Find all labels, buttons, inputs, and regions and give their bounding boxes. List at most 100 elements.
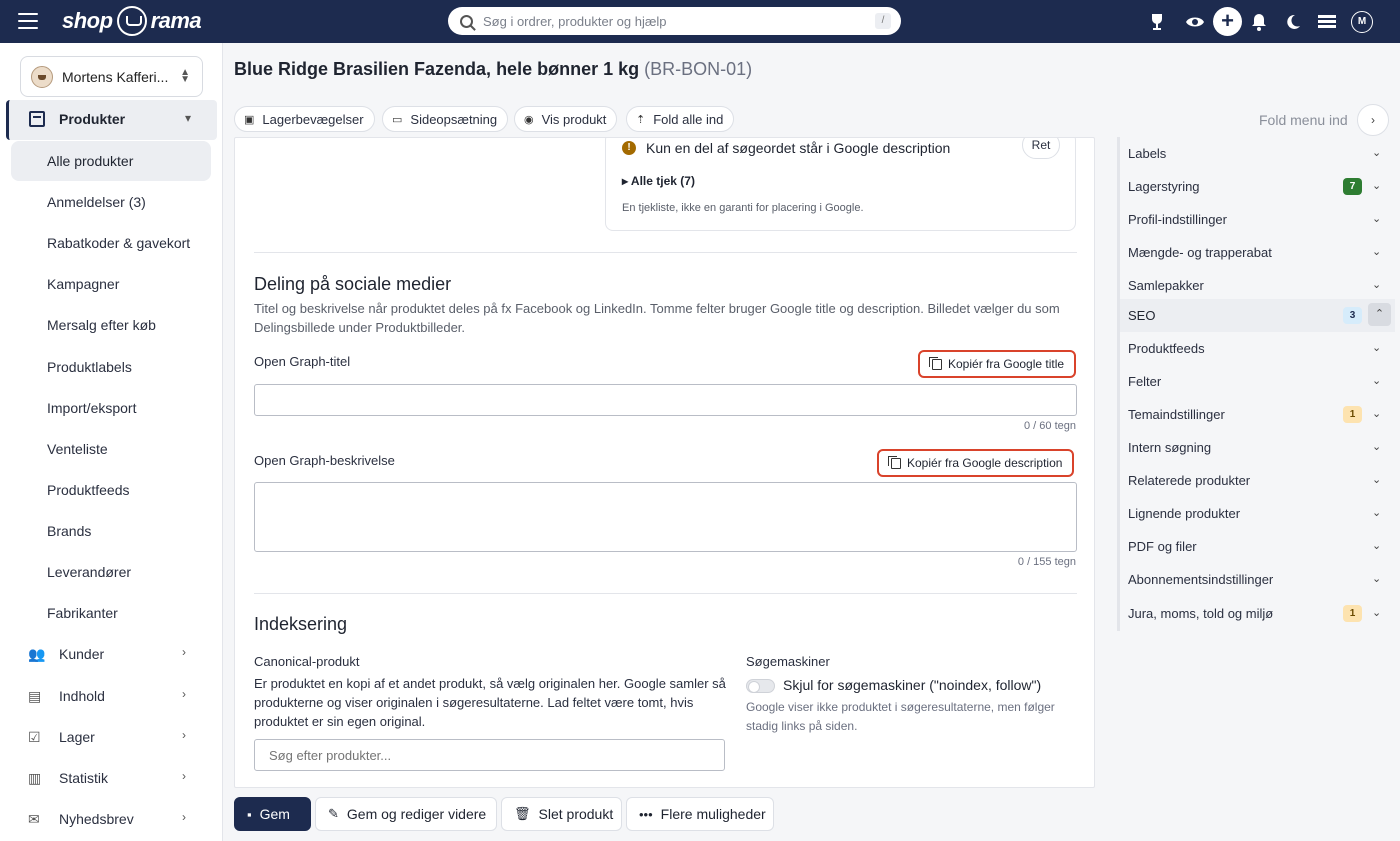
sidebar-item-indhold[interactable]: ▤ Indhold › [0,676,223,716]
sidebar-item-statistik[interactable]: ▥ Statistik › [0,758,223,798]
store-icon[interactable] [1315,10,1339,34]
add-icon[interactable]: + [1213,7,1242,36]
section-nav-item[interactable]: Temaindstillinger 1 ⌄ [1120,398,1395,431]
bell-icon[interactable] [1247,10,1271,34]
fix-button[interactable]: Ret [1022,138,1060,159]
chip-label: Vis produkt [541,111,607,127]
shop-selector[interactable]: Mortens Kafferi... ▲ ▼ [20,56,203,97]
pencil-icon: ✎ [328,806,339,821]
og-title-input[interactable] [254,384,1077,416]
view-product-button[interactable]: ◉ Vis produkt [514,106,618,132]
sidebar-sub-item[interactable]: Kampagner [11,264,211,304]
section-nav-item[interactable]: Mængde- og trapperabat ⌄ [1120,236,1395,269]
shop-avatar [31,65,53,88]
logo[interactable]: shop rama [62,5,202,37]
chevron-right-icon: › [182,728,186,742]
sidebar-item-lager[interactable]: ☑ Lager › [0,717,223,757]
disclosure-triangle-icon: ▸ [622,174,629,188]
section-nav-label: Lignende produkter [1128,506,1241,521]
canonical-description: Er produktet en kopi af et andet produkt… [254,676,726,729]
sidebar: Mortens Kafferi... ▲ ▼ Produkter ▾ Alle p… [0,43,223,841]
section-nav-label: Abonnementsindstillinger [1128,572,1274,587]
section-nav-item[interactable]: Abonnementsindstillinger ⌄ [1120,563,1395,596]
noindex-label: Skjul for søgemaskiner ("noindex, follow… [783,677,1042,693]
chevron-down-icon: ⌄ [1372,213,1382,225]
sidebar-sub-item[interactable]: Mersalg efter køb [11,305,211,345]
search-input[interactable] [483,13,863,29]
sidebar-sub-item[interactable]: Rabatkoder & gavekort [11,223,211,263]
product-title: Blue Ridge Brasilien Fazenda, hele bønne… [234,59,640,79]
section-nav-label: Samlepakker [1128,278,1204,293]
more-options-button[interactable]: ••• Flere muligheder [626,797,774,831]
stock-movements-button[interactable]: ▣ Lagerbevægelser [234,106,375,132]
bar-chart-icon: ▥ [28,770,42,786]
chevron-up-icon[interactable]: ⌃ [1368,303,1391,326]
sidebar-item-nyhedsbrev[interactable]: ✉ Nyhedsbrev › [0,799,223,839]
og-description-input[interactable] [254,482,1077,552]
eye-icon[interactable] [1183,10,1207,34]
sidebar-item-produkter[interactable]: Produkter ▾ [6,100,217,140]
noindex-toggle[interactable] [746,679,775,693]
document-icon: ▤ [28,688,42,704]
sidebar-sub-item[interactable]: Import/eksport [11,388,211,428]
global-search[interactable]: / [448,7,901,35]
count-badge: 1 [1343,605,1362,622]
search-shortcut: / [875,13,891,29]
sidebar-sub-item[interactable]: Leverandører [11,552,211,592]
trophy-icon[interactable] [1145,10,1169,34]
sidebar-sub-item[interactable]: Produktfeeds [11,470,211,510]
copy-google-title-button[interactable]: Kopiér fra Google title [918,350,1077,378]
section-nav-item-seo[interactable]: SEO 3 ⌃ [1120,299,1395,332]
more-horizontal-icon: ••• [639,806,653,822]
section-nav-item[interactable]: Lagerstyring 7 ⌄ [1120,170,1395,203]
section-nav-item[interactable]: Relaterede produkter ⌄ [1120,464,1395,497]
all-checks-toggle[interactable]: ▸ Alle tjek (7) [622,174,695,188]
save-button[interactable]: ▪ Gem [234,797,311,831]
section-nav-item[interactable]: Profil-indstillinger ⌄ [1120,203,1395,236]
section-nav-item[interactable]: Intern søgning ⌄ [1120,431,1395,464]
sidebar-item-label: Nyhedsbrev [59,811,134,827]
menu-icon[interactable] [18,13,38,29]
sidebar-item-label: Statistik [59,770,109,786]
user-avatar[interactable]: M [1351,11,1373,33]
save-and-continue-button[interactable]: ✎ Gem og rediger videre [315,797,497,831]
section-nav-label: Lagerstyring [1128,179,1200,194]
sidebar-sub-item[interactable]: Brands [11,511,211,551]
chevron-right-icon: › [182,769,186,783]
copy-google-description-button[interactable]: Kopiér fra Google description [877,449,1075,477]
fold-menu-label[interactable]: Fold menu ind [1259,112,1348,128]
sidebar-sub-item[interactable]: Produktlabels [11,347,211,387]
sidebar-item-kunder[interactable]: 👥 Kunder › [0,634,223,674]
chevron-down-icon: ⌄ [1372,375,1382,387]
dark-mode-icon[interactable] [1281,10,1305,34]
floppy-disk-icon: ▪ [247,806,252,822]
section-nav-item[interactable]: Produktfeeds ⌄ [1120,332,1395,365]
section-nav-item[interactable]: Labels ⌄ [1120,137,1395,170]
save-continue-label: Gem og rediger videre [346,806,487,822]
chip-label: Fold alle ind [653,111,724,127]
sidebar-sub-item[interactable]: Anmeldelser (3) [11,182,211,222]
chevron-down-icon: ⌄ [1372,246,1382,258]
delete-product-button[interactable]: 🗑 Slet produkt [501,797,622,831]
mail-icon: ✉ [28,811,40,827]
section-nav-item[interactable]: Lignende produkter ⌄ [1120,497,1395,530]
section-nav-label: SEO [1128,308,1156,323]
chevron-right-icon[interactable]: › [1357,104,1389,136]
collapse-all-button[interactable]: ⇡ Fold alle ind [626,106,735,132]
sidebar-item-label: Indhold [59,688,105,704]
sidebar-sub-item[interactable]: Venteliste [11,429,211,469]
chevron-down-icon: ⌄ [1372,507,1382,519]
more-label: Flere muligheder [660,806,766,822]
sidebar-sub-item[interactable]: Fabrikanter [11,593,211,633]
sidebar-sub-item[interactable]: Alle produkter [11,141,211,181]
indexing-section-title: Indeksering [254,614,348,634]
section-nav-item[interactable]: Felter ⌄ [1120,365,1395,398]
section-nav-item[interactable]: Samlepakker ⌄ [1120,269,1395,302]
chevron-right-icon: › [182,645,186,659]
canonical-product-search[interactable] [254,739,725,771]
chevron-down-icon: ⌄ [1372,180,1382,192]
section-nav-item[interactable]: Jura, moms, told og miljø 1 ⌄ [1120,597,1395,630]
section-nav-item[interactable]: PDF og filer ⌄ [1120,530,1395,563]
page-setup-button[interactable]: ▭ Sideopsætning [382,106,509,132]
chevron-right-icon: › [182,810,186,824]
